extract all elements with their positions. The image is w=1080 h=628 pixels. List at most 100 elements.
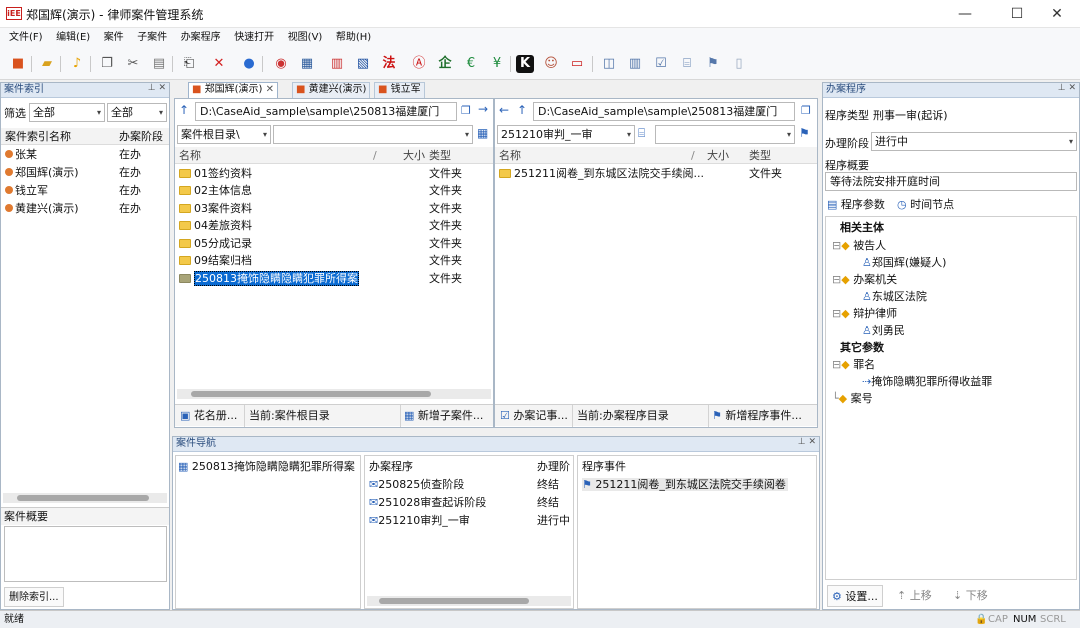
panel-pin-close[interactable]: ⊥ ✕ [1058, 83, 1076, 93]
paste-icon[interactable]: ▤ [150, 55, 168, 73]
case-record-button[interactable]: ☑ 办案记事... [497, 405, 573, 427]
procedure-stage-select[interactable]: 进行中 ▾ [871, 132, 1077, 151]
case-index-row[interactable]: 郑国辉(演示) 在办 [1, 164, 169, 181]
panel-pin-close[interactable]: ⊥ ✕ [798, 437, 816, 447]
filter-select-2[interactable]: 全部 ▾ [107, 103, 167, 122]
settings-button[interactable]: ⚙ 设置... [827, 585, 883, 607]
filter-combo[interactable]: ▾ [273, 125, 473, 144]
emblem-icon[interactable]: ◉ [272, 55, 290, 73]
list-item[interactable]: 09结案归档 文件夹 [175, 252, 493, 269]
procedure-row[interactable]: ✉251028审查起诉阶段 终结 [365, 494, 573, 511]
tree-defendant-name[interactable]: ♙郑国辉(嫌疑人) [862, 254, 946, 271]
tree-agency-name[interactable]: ♙东城区法院 [862, 288, 927, 305]
list-item[interactable]: 01签约资料 文件夹 [175, 165, 493, 182]
up-arrow-icon[interactable]: ↑ [517, 103, 527, 117]
cut-icon[interactable]: ✂ [124, 55, 142, 73]
up-arrow-icon[interactable]: ↑ [179, 103, 189, 117]
panel-pin-close[interactable]: ⊥ ✕ [148, 83, 166, 93]
tab-qian[interactable]: ■ 钱立军 [374, 82, 425, 98]
case-index-row[interactable]: 钱立军 在办 [1, 182, 169, 199]
left-hscrollbar[interactable] [177, 389, 491, 399]
tree-lawyer[interactable]: ⊟◆ 辩护律师 [832, 305, 897, 322]
menu-quick-open[interactable]: 快速打开 [229, 28, 279, 48]
flag-icon[interactable]: ⚑ [704, 55, 722, 73]
case-index-row[interactable]: 张某 在办 [1, 146, 169, 163]
filter-select[interactable]: 全部 ▾ [29, 103, 105, 122]
minimize-button[interactable]: — [942, 0, 988, 28]
right-path-field[interactable]: D:\CaseAid_sample\sample\250813福建厦门 [533, 102, 795, 121]
list-item[interactable]: 251211阅卷_到东城区法院交手续阅... 文件夹 [495, 165, 817, 182]
menu-edit[interactable]: 编辑(E) [51, 28, 95, 48]
move-up-button[interactable]: ⇡ 上移 [897, 585, 932, 607]
tree-defendant[interactable]: ⊟◆ 被告人 [832, 237, 886, 254]
edit-icon[interactable]: ☑ [652, 55, 670, 73]
tree-charge-name[interactable]: ⇢掩饰隐瞒犯罪所得收益罪 [862, 373, 992, 390]
seal-icon[interactable]: Ⓐ [410, 55, 428, 73]
scan-icon[interactable]: ⌸ [678, 55, 696, 73]
list-item[interactable]: 03案件资料 文件夹 [175, 200, 493, 217]
case-index-row[interactable]: 黄建兴(演示) 在办 [1, 200, 169, 217]
delete-icon[interactable]: ✕ [210, 55, 228, 73]
list-item-selected[interactable]: 250813掩饰隐瞒隐瞒犯罪所得案 文件夹 [175, 270, 493, 287]
case-icon[interactable]: ■ [9, 55, 27, 73]
tree-case-no[interactable]: └◆ 案号 [832, 390, 873, 407]
currency-icon[interactable]: ¥ [488, 55, 506, 73]
procedure-select[interactable]: 251210审判_一审 ▾ [497, 125, 635, 144]
procedure-summary-field[interactable]: 等待法院安排开庭时间 [825, 172, 1077, 191]
grid-icon[interactable]: ▦ [477, 126, 488, 140]
list-item[interactable]: 02主体信息 文件夹 [175, 182, 493, 199]
file-icon[interactable]: ▯ [730, 55, 748, 73]
event-row[interactable]: ⚑ 251211阅卷_到东城区法院交手续阅卷 [578, 476, 816, 493]
case-index-scrollbar[interactable] [3, 493, 167, 503]
tab-zheng[interactable]: ■ 郑国辉(演示) ✕ [188, 82, 279, 98]
root-dir-select[interactable]: 案件根目录\ ▾ [177, 125, 271, 144]
delete-index-button[interactable]: 删除索引... [4, 587, 64, 607]
help-icon[interactable]: ● [240, 55, 258, 73]
tree-agency[interactable]: ⊟◆ 办案机关 [832, 271, 897, 288]
avatar-icon[interactable]: ☺ [542, 55, 560, 73]
case-nav-item[interactable]: ▦ 250813掩饰隐瞒隐瞒犯罪所得案 [176, 458, 360, 475]
procedure-row[interactable]: ✉250825侦查阶段 终结 [365, 476, 573, 493]
folder-open-icon[interactable]: ▰ [38, 55, 56, 73]
company-icon[interactable]: 企 [436, 55, 454, 73]
move-down-button[interactable]: ⇣ 下移 [953, 585, 988, 607]
money-icon[interactable]: € [462, 55, 480, 73]
new-event-button[interactable]: ⚑ 新增程序事件... [709, 405, 817, 427]
bell-icon[interactable]: ♪ [68, 55, 86, 73]
forward-arrow-icon[interactable]: → [478, 102, 488, 116]
tree-lawyer-name[interactable]: ♙刘勇民 [862, 322, 905, 339]
procedure-scrollbar[interactable] [367, 596, 571, 606]
flag-icon[interactable]: ⚑ [799, 126, 810, 140]
building-icon[interactable]: ▦ [298, 55, 316, 73]
back-arrow-icon[interactable]: ← [499, 103, 509, 117]
menu-case[interactable]: 案件 [99, 28, 129, 48]
law-icon[interactable]: 法 [380, 55, 398, 73]
calendar-icon[interactable]: ▥ [328, 55, 346, 73]
case-overview-textarea[interactable] [4, 526, 167, 582]
procedure-row[interactable]: ✉251210审判_一审 进行中 [365, 512, 573, 529]
menu-procedure[interactable]: 办案程序 [176, 28, 226, 48]
phonebook-icon[interactable]: ◫ [600, 55, 618, 73]
document-icon[interactable]: ▧ [354, 55, 372, 73]
close-button[interactable]: ✕ [1034, 0, 1080, 28]
k-icon[interactable]: K [516, 55, 534, 73]
archive-icon[interactable]: ▥ [626, 55, 644, 73]
menu-file[interactable]: 文件(F) [4, 28, 48, 48]
menu-view[interactable]: 视图(V) [283, 28, 328, 48]
list-item[interactable]: 05分成记录 文件夹 [175, 235, 493, 252]
tab-params[interactable]: ▤ 程序参数 [827, 196, 885, 214]
copy-path-icon[interactable]: ❐ [461, 104, 471, 117]
copy-path-icon[interactable]: ❐ [801, 104, 811, 117]
new-subcase-button[interactable]: ▦ 新增子案件... [401, 405, 493, 427]
copy-icon[interactable]: ❐ [98, 55, 116, 73]
grid-icon[interactable]: ⌸ [638, 126, 645, 141]
left-path-field[interactable]: D:\CaseAid_sample\sample\250813福建厦门 [195, 102, 457, 121]
tab-huang[interactable]: ■ 黄建兴(演示) [292, 82, 371, 98]
filter-combo[interactable]: ▾ [655, 125, 795, 144]
card-icon[interactable]: ▭ [568, 55, 586, 73]
tab-timeline[interactable]: ◷ 时间节点 [897, 196, 954, 214]
export-icon[interactable]: ⎗ [180, 55, 198, 73]
list-item[interactable]: 04差旅资料 文件夹 [175, 217, 493, 234]
roster-button[interactable]: ▣ 花名册... [177, 405, 245, 427]
menu-help[interactable]: 帮助(H) [331, 28, 376, 48]
